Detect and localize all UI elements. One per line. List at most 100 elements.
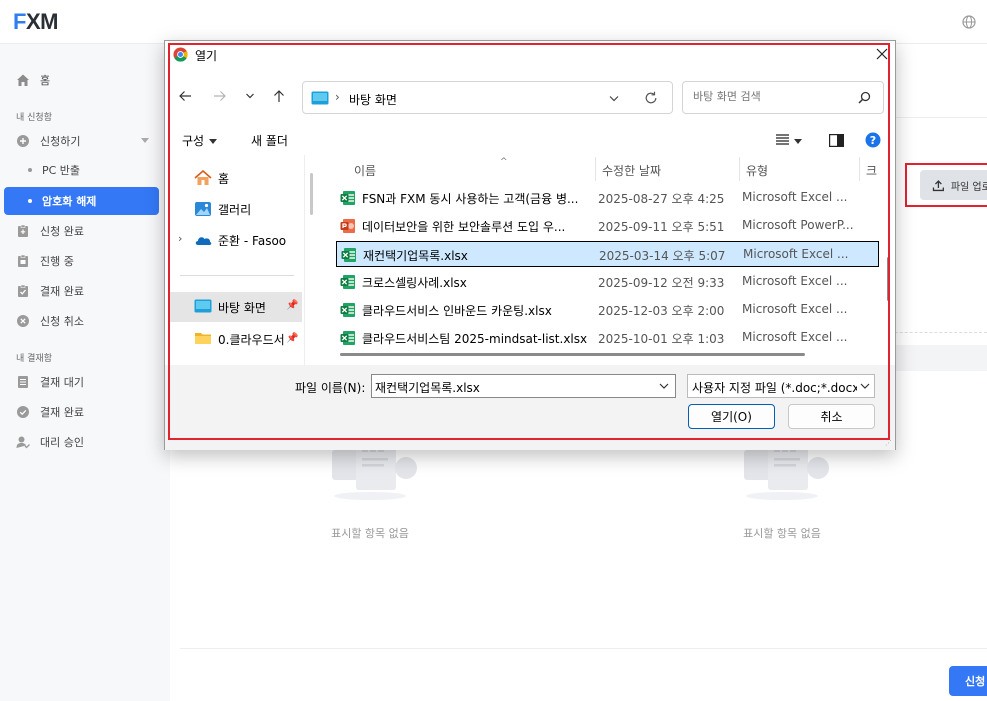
file-row[interactable]: FSN과 FXM 동시 사용하는 고객(금융 병... 2025-08-27 오후… bbox=[336, 185, 879, 211]
nav-item-desktop[interactable]: 바탕 화면 📌 bbox=[170, 292, 302, 322]
excel-file-icon bbox=[341, 247, 357, 263]
chevron-down-icon[interactable] bbox=[609, 95, 619, 103]
address-bar[interactable]: › 바탕 화면 bbox=[302, 81, 673, 114]
sidebar-item-label: 결재 대기 bbox=[40, 376, 84, 389]
column-header-size[interactable]: 크 bbox=[866, 159, 877, 181]
file-modified: 2025-08-27 오후 4:25 bbox=[598, 192, 725, 206]
bullet-icon bbox=[28, 199, 32, 203]
help-icon[interactable]: ? bbox=[865, 132, 881, 148]
excel-file-icon bbox=[340, 274, 356, 290]
close-icon[interactable] bbox=[873, 45, 891, 63]
chevron-down-icon bbox=[860, 383, 870, 389]
file-row[interactable]: 데이터보안을 위한 보안솔루션 도입 우... 2025-09-11 오후 5:5… bbox=[336, 213, 879, 239]
open-button[interactable]: 열기(O) bbox=[688, 404, 775, 429]
column-header-type[interactable]: 유형 bbox=[746, 159, 768, 181]
file-row[interactable]: 재컨택기업목록.xlsx 2025-03-14 오후 5:07 Microsoft … bbox=[336, 241, 879, 267]
refresh-icon[interactable] bbox=[644, 91, 658, 105]
chevron-down-icon bbox=[794, 139, 802, 144]
column-separator[interactable] bbox=[595, 157, 596, 181]
nav-item-cloud-folder[interactable]: 0.클라우드서 📌 bbox=[170, 325, 302, 353]
file-type: Microsoft Excel ... bbox=[742, 330, 848, 344]
file-name-value: 재컨택기업목록.xlsx bbox=[375, 381, 480, 395]
file-row[interactable]: 클라우드서비스팀 2025-mindsat-list.xlsx 2025-10-0… bbox=[336, 325, 879, 351]
open-button-label: 열기(O) bbox=[711, 410, 752, 424]
resize-grip-icon[interactable]: ⋰ bbox=[885, 439, 892, 447]
folder-icon bbox=[194, 331, 212, 347]
section-my-requests: 내 신청함 bbox=[16, 113, 52, 123]
chevron-down-icon[interactable] bbox=[659, 383, 669, 390]
column-label: 크 bbox=[866, 163, 878, 178]
preview-pane-icon[interactable] bbox=[829, 134, 844, 147]
file-row[interactable]: 클라우드서비스 인바운드 카운팅.xlsx 2025-12-03 오후 2:00 M… bbox=[336, 297, 879, 323]
file-modified: 2025-10-01 오후 1:03 bbox=[598, 332, 725, 346]
gallery-icon bbox=[194, 201, 212, 217]
sidebar-item-pc-export[interactable]: PC 반출 bbox=[4, 156, 159, 184]
nav-item-label: 바탕 화면 bbox=[218, 300, 266, 315]
back-button[interactable] bbox=[176, 87, 194, 105]
sidebar-item-request-done[interactable]: 신청 완료 bbox=[4, 217, 159, 245]
search-box[interactable] bbox=[682, 81, 884, 114]
sidebar-item-label: 진행 중 bbox=[40, 255, 74, 268]
column-header-name[interactable]: ^ 이름 bbox=[354, 157, 508, 181]
file-type-select[interactable]: 사용자 지정 파일 (*.doc;*.docx bbox=[687, 374, 875, 398]
clipboard-icon bbox=[16, 254, 30, 268]
dialog-footer: 파일 이름(N): 재컨택기업목록.xlsx 사용자 지정 파일 (*.doc;… bbox=[165, 365, 895, 450]
app-logo[interactable]: FXM bbox=[13, 9, 58, 35]
file-type: Microsoft Excel ... bbox=[742, 274, 848, 288]
sidebar-item-in-progress[interactable]: 진행 중 bbox=[4, 247, 159, 275]
file-list: ^ 이름 수정한 날짜 유형 크 FSN과 FXM 동시 사용하는 고객(금융 병… bbox=[318, 155, 895, 365]
list-doc-icon bbox=[16, 375, 30, 389]
file-modified: 2025-03-14 오후 5:07 bbox=[599, 249, 726, 263]
arrow-right-icon bbox=[214, 91, 226, 101]
nav-item-home[interactable]: 홈 bbox=[170, 164, 302, 192]
sidebar-item-home[interactable]: 홈 bbox=[4, 66, 159, 94]
organize-label: 구성 bbox=[182, 134, 205, 148]
sidebar-item-label: 결재 완료 bbox=[40, 406, 84, 419]
horizontal-scrollbar[interactable] bbox=[340, 353, 805, 356]
file-row[interactable]: 크로스셀링사례.xlsx 2025-09-12 오전 9:33 Microsoft … bbox=[336, 269, 879, 295]
user-check-icon bbox=[16, 435, 30, 449]
empty-state-left: 표시할 항목 없음 bbox=[300, 440, 440, 541]
nav-item-onedrive[interactable]: › 준환 - Fasoo bbox=[170, 226, 302, 254]
navigation-pane: 홈 갤러리 › 준환 - Fasoo 바탕 화면 📌 0.클라우드서 📌 bbox=[170, 155, 305, 365]
sidebar-item-label: 홈 bbox=[40, 74, 51, 87]
forward-button[interactable] bbox=[211, 87, 229, 105]
view-options-button[interactable] bbox=[776, 134, 802, 148]
globe-icon[interactable] bbox=[962, 15, 976, 29]
sidebar-item-proxy-approval[interactable]: 대리 승인 bbox=[4, 428, 159, 456]
submit-button[interactable]: 신청 bbox=[949, 666, 987, 696]
excel-file-icon bbox=[340, 302, 356, 318]
column-header-modified[interactable]: 수정한 날짜 bbox=[602, 159, 661, 181]
cloud-icon bbox=[194, 232, 212, 248]
search-input[interactable] bbox=[693, 90, 843, 103]
new-folder-button[interactable]: 새 폴더 bbox=[251, 132, 288, 149]
sidebar-item-request[interactable]: 신청하기 bbox=[4, 127, 159, 155]
sidebar-item-label: 결재 완료 bbox=[40, 285, 84, 298]
sidebar-item-label: 신청 취소 bbox=[40, 315, 84, 328]
pin-icon: 📌 bbox=[286, 300, 299, 311]
column-label: 유형 bbox=[746, 163, 769, 178]
organize-button[interactable]: 구성 bbox=[182, 132, 218, 149]
column-separator[interactable] bbox=[859, 157, 860, 181]
recent-locations-button[interactable] bbox=[241, 87, 259, 105]
sidebar-item-approval-wait[interactable]: 결재 대기 bbox=[4, 368, 159, 396]
column-separator[interactable] bbox=[739, 157, 740, 181]
vertical-scrollbar[interactable] bbox=[887, 257, 890, 301]
sidebar-item-request-cancel[interactable]: 신청 취소 bbox=[4, 307, 159, 335]
dialog-title-bar[interactable]: 열기 bbox=[165, 41, 895, 69]
pin-icon: 📌 bbox=[286, 333, 299, 344]
file-modified: 2025-12-03 오후 2:00 bbox=[598, 304, 725, 318]
file-open-dialog: 열기 › 바탕 화면 구성 새 폴더 ? 홈 bbox=[164, 40, 896, 450]
sidebar-item-approval-complete[interactable]: 결재 완료 bbox=[4, 398, 159, 426]
nav-item-gallery[interactable]: 갤러리 bbox=[170, 195, 302, 223]
sidebar-item-decrypt[interactable]: 암호화 해제 bbox=[4, 187, 159, 215]
up-button[interactable] bbox=[270, 87, 288, 105]
sort-ascending-icon: ^ bbox=[500, 157, 508, 167]
nav-item-label: 홈 bbox=[218, 171, 230, 186]
file-name-input[interactable]: 재컨택기업목록.xlsx bbox=[371, 374, 676, 398]
sidebar-item-approval-done[interactable]: 결재 완료 bbox=[4, 277, 159, 305]
chevron-right-icon[interactable]: › bbox=[178, 232, 182, 245]
nav-scrollbar[interactable] bbox=[310, 173, 313, 215]
cancel-button[interactable]: 취소 bbox=[788, 404, 875, 429]
upload-highlight-box bbox=[905, 163, 987, 207]
